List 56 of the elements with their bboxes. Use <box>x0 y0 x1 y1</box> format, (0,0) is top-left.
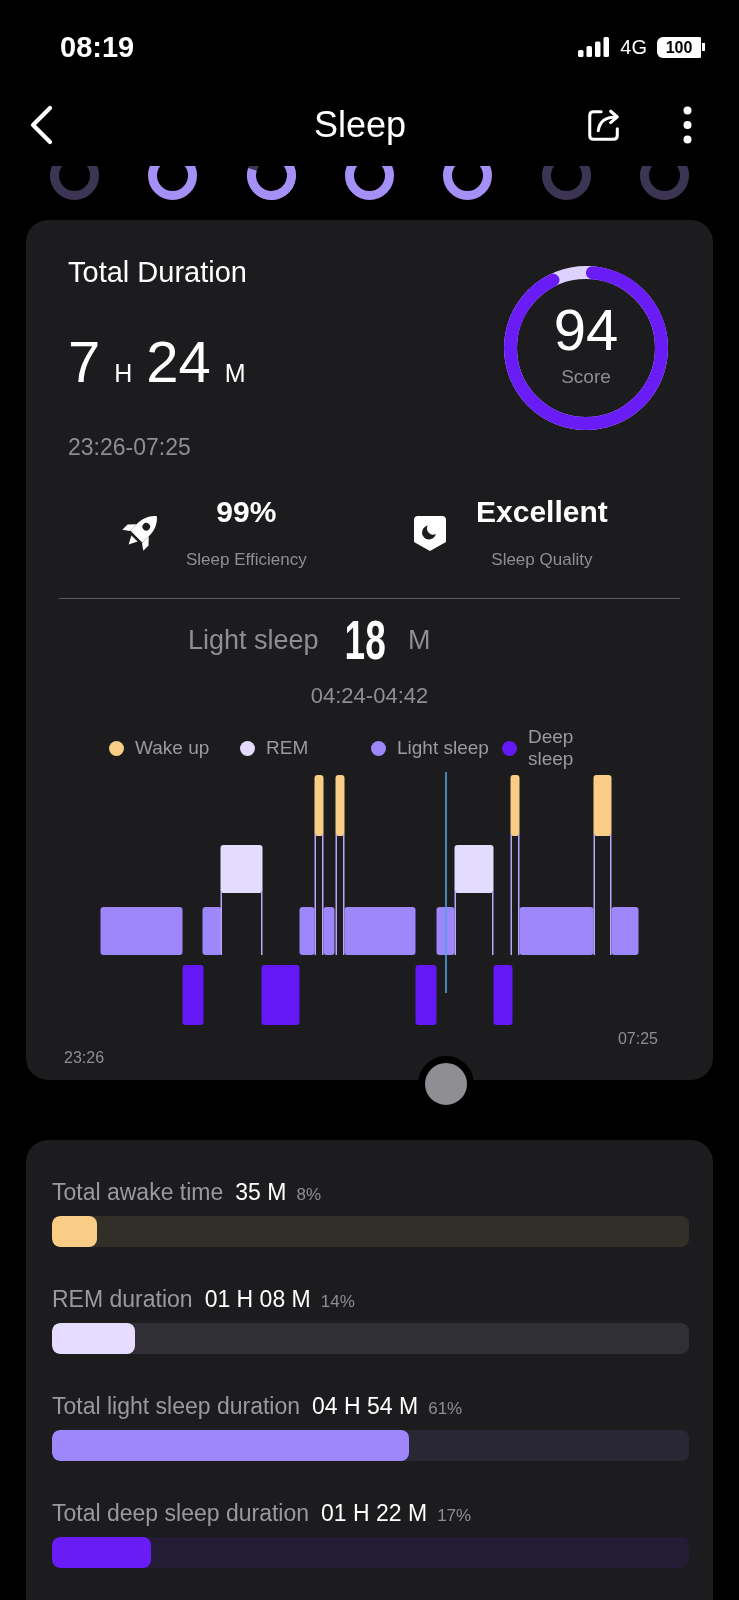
selected-time-range: 04:24-04:42 <box>310 684 429 708</box>
duration-value: 35 M <box>235 1180 287 1204</box>
selected-duration-unit: M <box>407 625 431 655</box>
light-sleep-segment <box>344 907 416 955</box>
duration-label: Total deep sleep duration <box>52 1501 310 1525</box>
light-sleep-segment <box>323 907 335 955</box>
minutes-unit: M <box>224 358 246 389</box>
status-time: 08:19 <box>60 32 135 62</box>
deep-sleep-segment <box>261 965 300 1025</box>
light-sleep-segment <box>202 907 222 955</box>
selected-duration: 18 <box>344 612 386 668</box>
duration-hours: 7 <box>68 330 101 394</box>
duration-percent: 8% <box>296 1184 322 1206</box>
stat-value: 99% <box>216 495 277 529</box>
deep-sleep-segment <box>415 965 437 1025</box>
legend-label: Deep sleep <box>528 726 575 770</box>
legend-label: Wake up <box>135 737 210 759</box>
day-ring-icon[interactable] <box>443 166 493 200</box>
score-label: Score <box>561 365 611 388</box>
duration-minutes: 24 <box>146 330 211 394</box>
hours-unit: H <box>114 358 133 389</box>
stat-label: Sleep Efficiency <box>186 550 307 570</box>
legend-label: REM <box>266 737 309 759</box>
duration-label: Total awake time <box>52 1180 224 1204</box>
duration-value: 04 H 54 M <box>312 1394 419 1418</box>
duration-value: 01 H 08 M <box>204 1287 311 1311</box>
more-options-icon[interactable] <box>683 106 692 144</box>
deep-sleep-segment <box>493 965 513 1025</box>
duration-percent: 17% <box>437 1505 472 1527</box>
chart-start-time: 23:26 <box>64 1049 105 1067</box>
duration-percent: 61% <box>428 1398 463 1420</box>
light-sleep-segment <box>299 907 315 955</box>
duration-label: Total light sleep duration <box>52 1394 301 1418</box>
sleep-time-range: 23:26-07:25 <box>68 435 191 459</box>
light-sleep-segment <box>611 907 639 955</box>
score-value: 94 <box>553 300 619 359</box>
deep-sleep-segment <box>182 965 204 1025</box>
page-title: Sleep <box>313 107 407 143</box>
rocket-icon <box>122 514 158 551</box>
duration-percent: 14% <box>320 1291 355 1313</box>
legend-label: Light sleep <box>397 737 489 759</box>
day-ring-icon[interactable] <box>148 166 198 200</box>
day-ring-icon[interactable] <box>345 166 394 200</box>
duration-value: 01 H 22 M <box>321 1501 428 1525</box>
selected-stage-label: Light sleep <box>188 625 319 655</box>
stat-label: Sleep Quality <box>491 550 593 570</box>
day-ring-icon[interactable] <box>246 166 296 200</box>
chart-end-time: 07:25 <box>617 1030 658 1048</box>
stat-value: Excellent <box>476 495 608 529</box>
network-type-label: 4G <box>620 37 647 57</box>
battery-level: 100 <box>657 36 705 58</box>
duration-label: REM duration <box>52 1287 193 1311</box>
back-icon[interactable] <box>28 105 54 145</box>
signal-strength-icon <box>578 37 610 57</box>
total-duration-title: Total Duration <box>68 256 247 288</box>
shield-moon-icon <box>412 513 448 552</box>
